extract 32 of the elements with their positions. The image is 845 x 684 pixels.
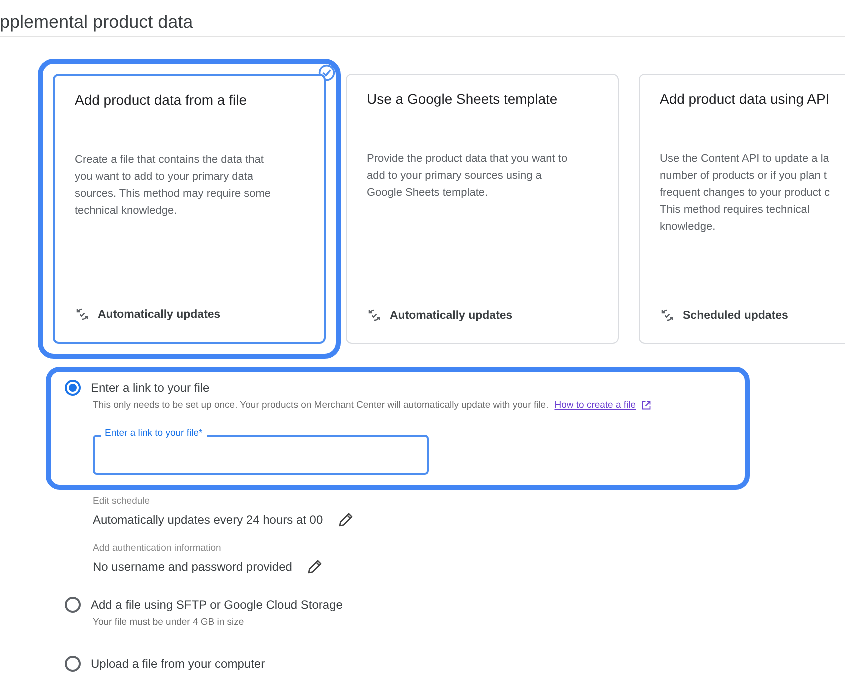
option-card[interactable]: Add product data using API Use the Content API to update a la number of products or if you plan t frequent changes to your product c This method requires technical knowledge. Scheduled updates [639,74,845,344]
radio-button[interactable] [65,597,81,613]
sync-check-icon [660,308,675,323]
option-card[interactable]: Use a Google Sheets template Provide the product data that you want to add to your primary sources using a Google Sheets template. Automatically updates [346,74,619,344]
setting-label: Add authentication information [93,543,222,554]
option-label: Add a file using SFTP or Google Cloud Storage [91,598,343,612]
update-type-label: Scheduled updates [683,310,788,322]
sync-check-icon [367,308,382,323]
update-type-label: Automatically updates [390,310,513,322]
pencil-icon[interactable] [306,558,324,576]
pencil-icon[interactable] [337,511,356,529]
option-label: Enter a link to your file [91,381,210,395]
help-link[interactable]: How to create a file [554,400,636,411]
option-label: Upload a file from your computer [91,657,266,671]
card-title: Add product data from a file [75,92,248,108]
card-description: Provide the product data that you want to add to your primary sources using a Google Sheets template. [367,152,569,201]
setting-label: Edit schedule [93,496,152,507]
option-card[interactable]: Add product data from a file Create a file that contains the data that you want to add to your primary data sources. This method may require some technical knowledge. Automatically updates [53,74,326,344]
external-link-icon [642,401,652,410]
setting-value: No username and password provided [93,560,292,574]
sync-check-icon [75,307,90,322]
update-type-label: Automatically updates [98,308,221,320]
radio-button[interactable] [65,380,81,396]
option-description: Your file must be under 4 GB in size [93,617,244,628]
card-description: Create a file that contains the data that you want to add to your primary data sources. This method may require some technical knowledge. [75,153,272,219]
card-description: Use the Content API to update a la number of products or if you plan t frequent changes to your product c This method requires technical knowledge. [660,152,831,235]
card-title: Use a Google Sheets template [367,91,559,107]
radio-button[interactable] [65,656,81,672]
setting-value: Automatically updates every 24 hours at 00 [93,513,324,527]
option-description: This only needs to be set up once. Your products on Merchant Center will automatically update with your file. [93,400,549,411]
page-title: pplemental product data [0,11,194,34]
card-title: Add product data using API [660,91,831,107]
